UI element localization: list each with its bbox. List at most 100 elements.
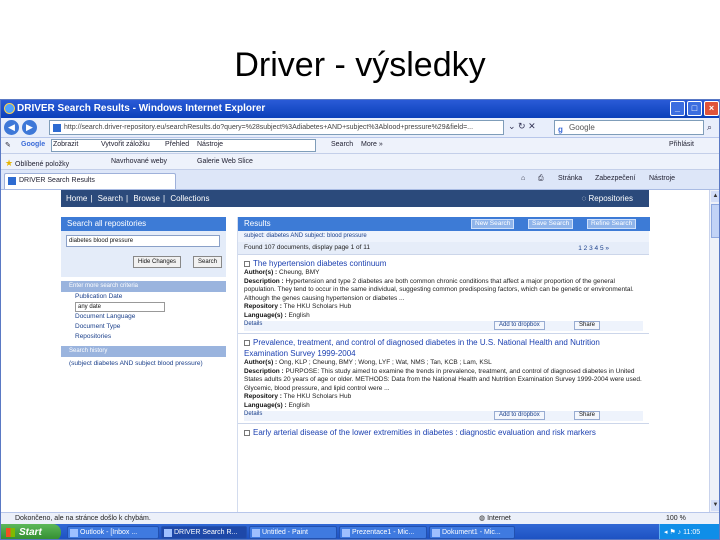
safety-menu[interactable]: Zabezpečení (595, 175, 635, 182)
task-presentation[interactable]: Prezentace1 - Mic... (339, 526, 427, 539)
tab-driver-results[interactable]: DRIVER Search Results (4, 173, 176, 189)
print-icon[interactable]: ⎙ (538, 175, 544, 183)
status-text: Dokončeno, ale na stránce došlo k chybám… (15, 515, 151, 522)
google-bar-item-bookmark[interactable]: Vytvořit záložku (101, 141, 150, 148)
result-repository: The HKU Scholars Hub (283, 303, 352, 310)
forward-icon[interactable]: ▶ (22, 120, 37, 135)
browser-window: DRIVER Search Results - Windows Internet… (0, 99, 720, 540)
result-authors[interactable]: Ong, KLP ; Cheung, BMY ; Wong, LYF ; Wat… (279, 359, 492, 366)
result-title-link[interactable]: Prevalence, treatment, and control of di… (244, 338, 600, 358)
refine-criteria-bar[interactable]: Enter more search criteria (61, 281, 226, 292)
site-nav: Home | Search | Browse | Collections ◌ Repo… (61, 190, 649, 207)
google-more-button[interactable]: More » (361, 141, 383, 148)
nav-search[interactable]: Search (98, 194, 123, 203)
result-language: English (288, 401, 310, 409)
history-entry[interactable]: (subject diabetes AND subject blood pres… (61, 357, 226, 370)
share-button[interactable]: Share (574, 411, 601, 420)
add-to-dropbox-button[interactable]: Add to dropbox (494, 411, 545, 420)
windows-logo-icon (6, 528, 15, 537)
star-icon: ★ (5, 158, 14, 168)
google-bar-item-overview[interactable]: Přehled (165, 141, 189, 148)
hide-changes-button[interactable]: Hide Changes (133, 256, 182, 268)
browser-search-input[interactable]: g Google (554, 120, 704, 135)
details-link[interactable]: Details (244, 321, 262, 327)
results-header: Results New Search Save Search Refine Se… (238, 217, 650, 231)
task-document[interactable]: Dokument1 - Mic... (429, 526, 515, 539)
home-icon[interactable]: ⌂ (521, 175, 525, 182)
nav-home[interactable]: Home (66, 194, 87, 203)
result-title-link[interactable]: The hypertension diabetes continuum (253, 259, 386, 268)
result-description: PURPOSE: This study aimed to examine the… (244, 367, 642, 392)
page-content: Home | Search | Browse | Collections ◌ Repo… (1, 190, 709, 512)
facet-publication-date[interactable]: Publication Date (61, 292, 226, 302)
close-button[interactable]: × (704, 101, 719, 116)
task-outlook[interactable]: Outlook - [Inbox ... (67, 526, 159, 539)
details-link[interactable]: Details (244, 411, 262, 417)
scroll-up-icon[interactable]: ▲ (711, 191, 719, 202)
nav-browse[interactable]: Browse (133, 194, 160, 203)
web-slice-gallery-link[interactable]: Galerie Web Slice (197, 158, 253, 165)
google-signin-button[interactable]: Přihlásit (669, 141, 694, 148)
zoom-level[interactable]: 100 % (666, 513, 686, 524)
result-description: Hypertension and type 2 diabetes are bot… (244, 277, 634, 302)
page-menu[interactable]: Stránka (558, 175, 582, 182)
start-button[interactable]: Start (1, 524, 61, 539)
results-count: Found 107 documents, display page 1 of 1… (238, 242, 649, 254)
results-panel: Results New Search Save Search Refine Se… (237, 217, 650, 512)
status-bar: Dokončeno, ale na stránce došlo k chybám… (1, 512, 719, 524)
maximize-button[interactable]: □ (687, 101, 702, 116)
save-search-button[interactable]: Save Search (528, 219, 574, 229)
task-driver-results[interactable]: DRIVER Search R... (161, 526, 247, 539)
search-button[interactable]: Search (193, 256, 223, 268)
google-toolbar-menu[interactable]: ✎ (5, 141, 11, 149)
search-go-icon[interactable]: ⌕ (707, 122, 712, 133)
tab-page-icon (8, 177, 16, 185)
back-icon[interactable]: ◀ (4, 120, 19, 135)
tools-menu[interactable]: Nástroje (649, 175, 675, 182)
new-search-button[interactable]: New Search (471, 219, 515, 229)
search-history-bar[interactable]: Search history (61, 346, 226, 357)
scroll-thumb[interactable] (711, 204, 719, 238)
window-title: DRIVER Search Results - Windows Internet… (17, 103, 266, 114)
favorites-button[interactable]: ★ Oblíbené položky (5, 158, 69, 169)
google-bar-item-view[interactable]: Zobrazit (53, 141, 78, 148)
address-tools[interactable]: ⌄ ↻ ✕ (508, 121, 536, 132)
result-title-link[interactable]: Early arterial disease of the lower extr… (253, 428, 596, 437)
date-select[interactable]: any date (75, 302, 165, 312)
result-checkbox[interactable] (244, 260, 250, 267)
result-checkbox[interactable] (244, 339, 250, 346)
address-bar: ◀ ▶ http://search.driver-repository.eu/s… (1, 118, 719, 138)
google-search-button[interactable]: Search (331, 141, 353, 148)
result-authors[interactable]: Cheung, BMY (279, 269, 319, 276)
add-to-dropbox-button[interactable]: Add to dropbox (494, 321, 545, 330)
minimize-button[interactable]: _ (670, 101, 685, 116)
google-bar-item-tools[interactable]: Nástroje (197, 141, 223, 148)
refine-search-button[interactable]: Refine Search (587, 219, 637, 229)
nav-repositories[interactable]: ◌ Repositories (582, 190, 636, 207)
result-item: The hypertension diabetes continuum Auth… (238, 254, 649, 333)
facet-repositories[interactable]: Repositories (61, 332, 226, 342)
facet-document-language[interactable]: Document Language (61, 312, 226, 322)
breadcrumb: subject: diabetes AND subject: blood pre… (238, 231, 649, 242)
search-panel-header: Search all repositories (61, 217, 226, 231)
share-button[interactable]: Share (574, 321, 601, 330)
suggested-sites-link[interactable]: Navrhované weby (111, 158, 167, 165)
google-toolbar: ✎ Google Zobrazit Vytvořit záložku Přehl… (1, 138, 719, 154)
result-item: Early arterial disease of the lower extr… (238, 423, 649, 440)
nav-collections[interactable]: Collections (170, 194, 209, 203)
task-paint[interactable]: Untitled - Paint (249, 526, 337, 539)
search-sidebar: Search all repositories diabetes blood p… (61, 217, 226, 512)
vertical-scrollbar[interactable]: ▲ ▼ (709, 190, 719, 512)
paint-icon (252, 529, 260, 537)
ie-icon (4, 103, 15, 114)
window-titlebar[interactable]: DRIVER Search Results - Windows Internet… (1, 100, 719, 118)
query-input[interactable]: diabetes blood pressure (66, 235, 220, 247)
scroll-down-icon[interactable]: ▼ (711, 500, 719, 511)
result-item: Prevalence, treatment, and control of di… (238, 333, 649, 423)
ie-task-icon (164, 529, 172, 537)
facet-document-type[interactable]: Document Type (61, 322, 226, 332)
tab-label: DRIVER Search Results (19, 177, 95, 184)
result-language: English (288, 311, 310, 319)
result-checkbox[interactable] (244, 429, 250, 436)
url-input[interactable]: http://search.driver-repository.eu/searc… (49, 120, 504, 135)
